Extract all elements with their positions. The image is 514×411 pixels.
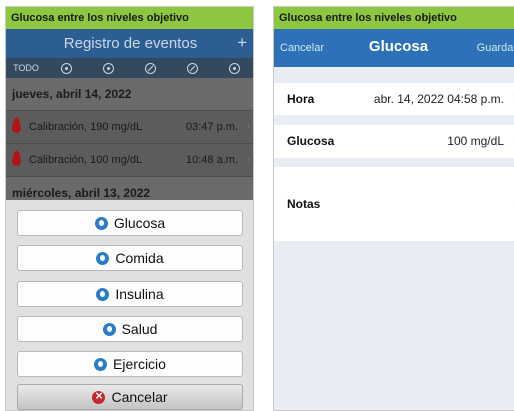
- save-button[interactable]: Guardar: [477, 29, 514, 67]
- option-label: Glucosa: [113, 215, 166, 231]
- chevron-right-icon: ›: [246, 154, 250, 166]
- event-label: Calibración, 100 mg/dL: [29, 154, 143, 166]
- option-health-button[interactable]: Salud: [17, 316, 243, 342]
- event-time: 03:47 p.m.: [186, 121, 238, 133]
- cancel-label: Cancelar: [111, 389, 168, 405]
- glucose-filter-icon: [61, 62, 73, 74]
- health-filter-icon: [186, 62, 198, 74]
- glucose-label: Glucosa: [287, 134, 335, 148]
- option-label: Salud: [121, 321, 158, 337]
- filter-food-tab[interactable]: [88, 62, 130, 74]
- status-banner: Glucosa entre los niveles objetivo: [6, 7, 253, 29]
- runner-icon: [94, 357, 108, 371]
- event-row[interactable]: Calibración, 190 mg/dL 03:47 p.m. ›: [6, 111, 253, 143]
- blood-drop-icon: [12, 154, 21, 166]
- filter-exercise-tab[interactable]: [213, 62, 253, 74]
- day-header: jueves, abril 14, 2022: [6, 78, 253, 110]
- option-insulin-button[interactable]: Insulina: [17, 281, 243, 307]
- close-icon: [92, 388, 106, 404]
- time-label: Hora: [287, 92, 315, 106]
- food-icon: [96, 251, 110, 265]
- option-exercise-button[interactable]: Ejercicio: [17, 351, 243, 377]
- exercise-filter-icon: [228, 62, 240, 74]
- event-time: 10:48 a.m.: [186, 154, 238, 166]
- syringe-icon: [96, 287, 110, 301]
- option-food-button[interactable]: Comida: [17, 245, 243, 271]
- blood-drop-icon: [12, 121, 21, 133]
- time-value: abr. 14, 2022 04:58 p.m.: [373, 92, 504, 106]
- filter-health-tab[interactable]: [171, 62, 213, 74]
- add-event-action-sheet: Glucosa Comida Insulina Salud Ejercicio …: [6, 200, 253, 410]
- notes-row[interactable]: Notas ›: [274, 167, 514, 241]
- nav-bar: Cancelar Glucosa Guardar: [274, 29, 514, 67]
- filter-insulin-tab[interactable]: [130, 62, 172, 74]
- page-title: Registro de eventos: [63, 35, 198, 52]
- event-label: Calibración, 190 mg/dL: [29, 121, 143, 133]
- notes-label: Notas: [287, 197, 321, 211]
- health-icon: [102, 322, 116, 336]
- food-filter-icon: [103, 62, 115, 74]
- insulin-filter-icon: [144, 62, 156, 74]
- drop-icon: [94, 216, 108, 230]
- status-banner: Glucosa entre los niveles objetivo: [274, 7, 514, 29]
- filter-glucose-tab[interactable]: [46, 62, 88, 74]
- event-log-screen: Glucosa entre los niveles objetivo Regis…: [5, 6, 254, 411]
- option-label: Insulina: [115, 286, 164, 302]
- option-label: Ejercicio: [113, 356, 166, 372]
- glucose-entry-screen: Glucosa entre los niveles objetivo Cance…: [273, 6, 514, 411]
- option-label: Comida: [115, 250, 164, 266]
- add-event-button[interactable]: +: [237, 29, 247, 56]
- nav-bar: Registro de eventos +: [6, 29, 253, 58]
- event-row[interactable]: Calibración, 100 mg/dL 10:48 a.m. ›: [6, 144, 253, 176]
- filter-all-tab[interactable]: TODO: [6, 63, 46, 73]
- time-row[interactable]: Hora abr. 14, 2022 04:58 p.m. ›: [274, 83, 514, 115]
- option-glucose-button[interactable]: Glucosa: [17, 210, 243, 236]
- glucose-row[interactable]: Glucosa 100 mg/dL ›: [274, 125, 514, 158]
- cancel-button[interactable]: Cancelar: [17, 384, 243, 410]
- chevron-right-icon: ›: [246, 121, 250, 133]
- glucose-value: 100 mg/dL: [447, 134, 504, 148]
- filter-bar: TODO: [6, 58, 253, 78]
